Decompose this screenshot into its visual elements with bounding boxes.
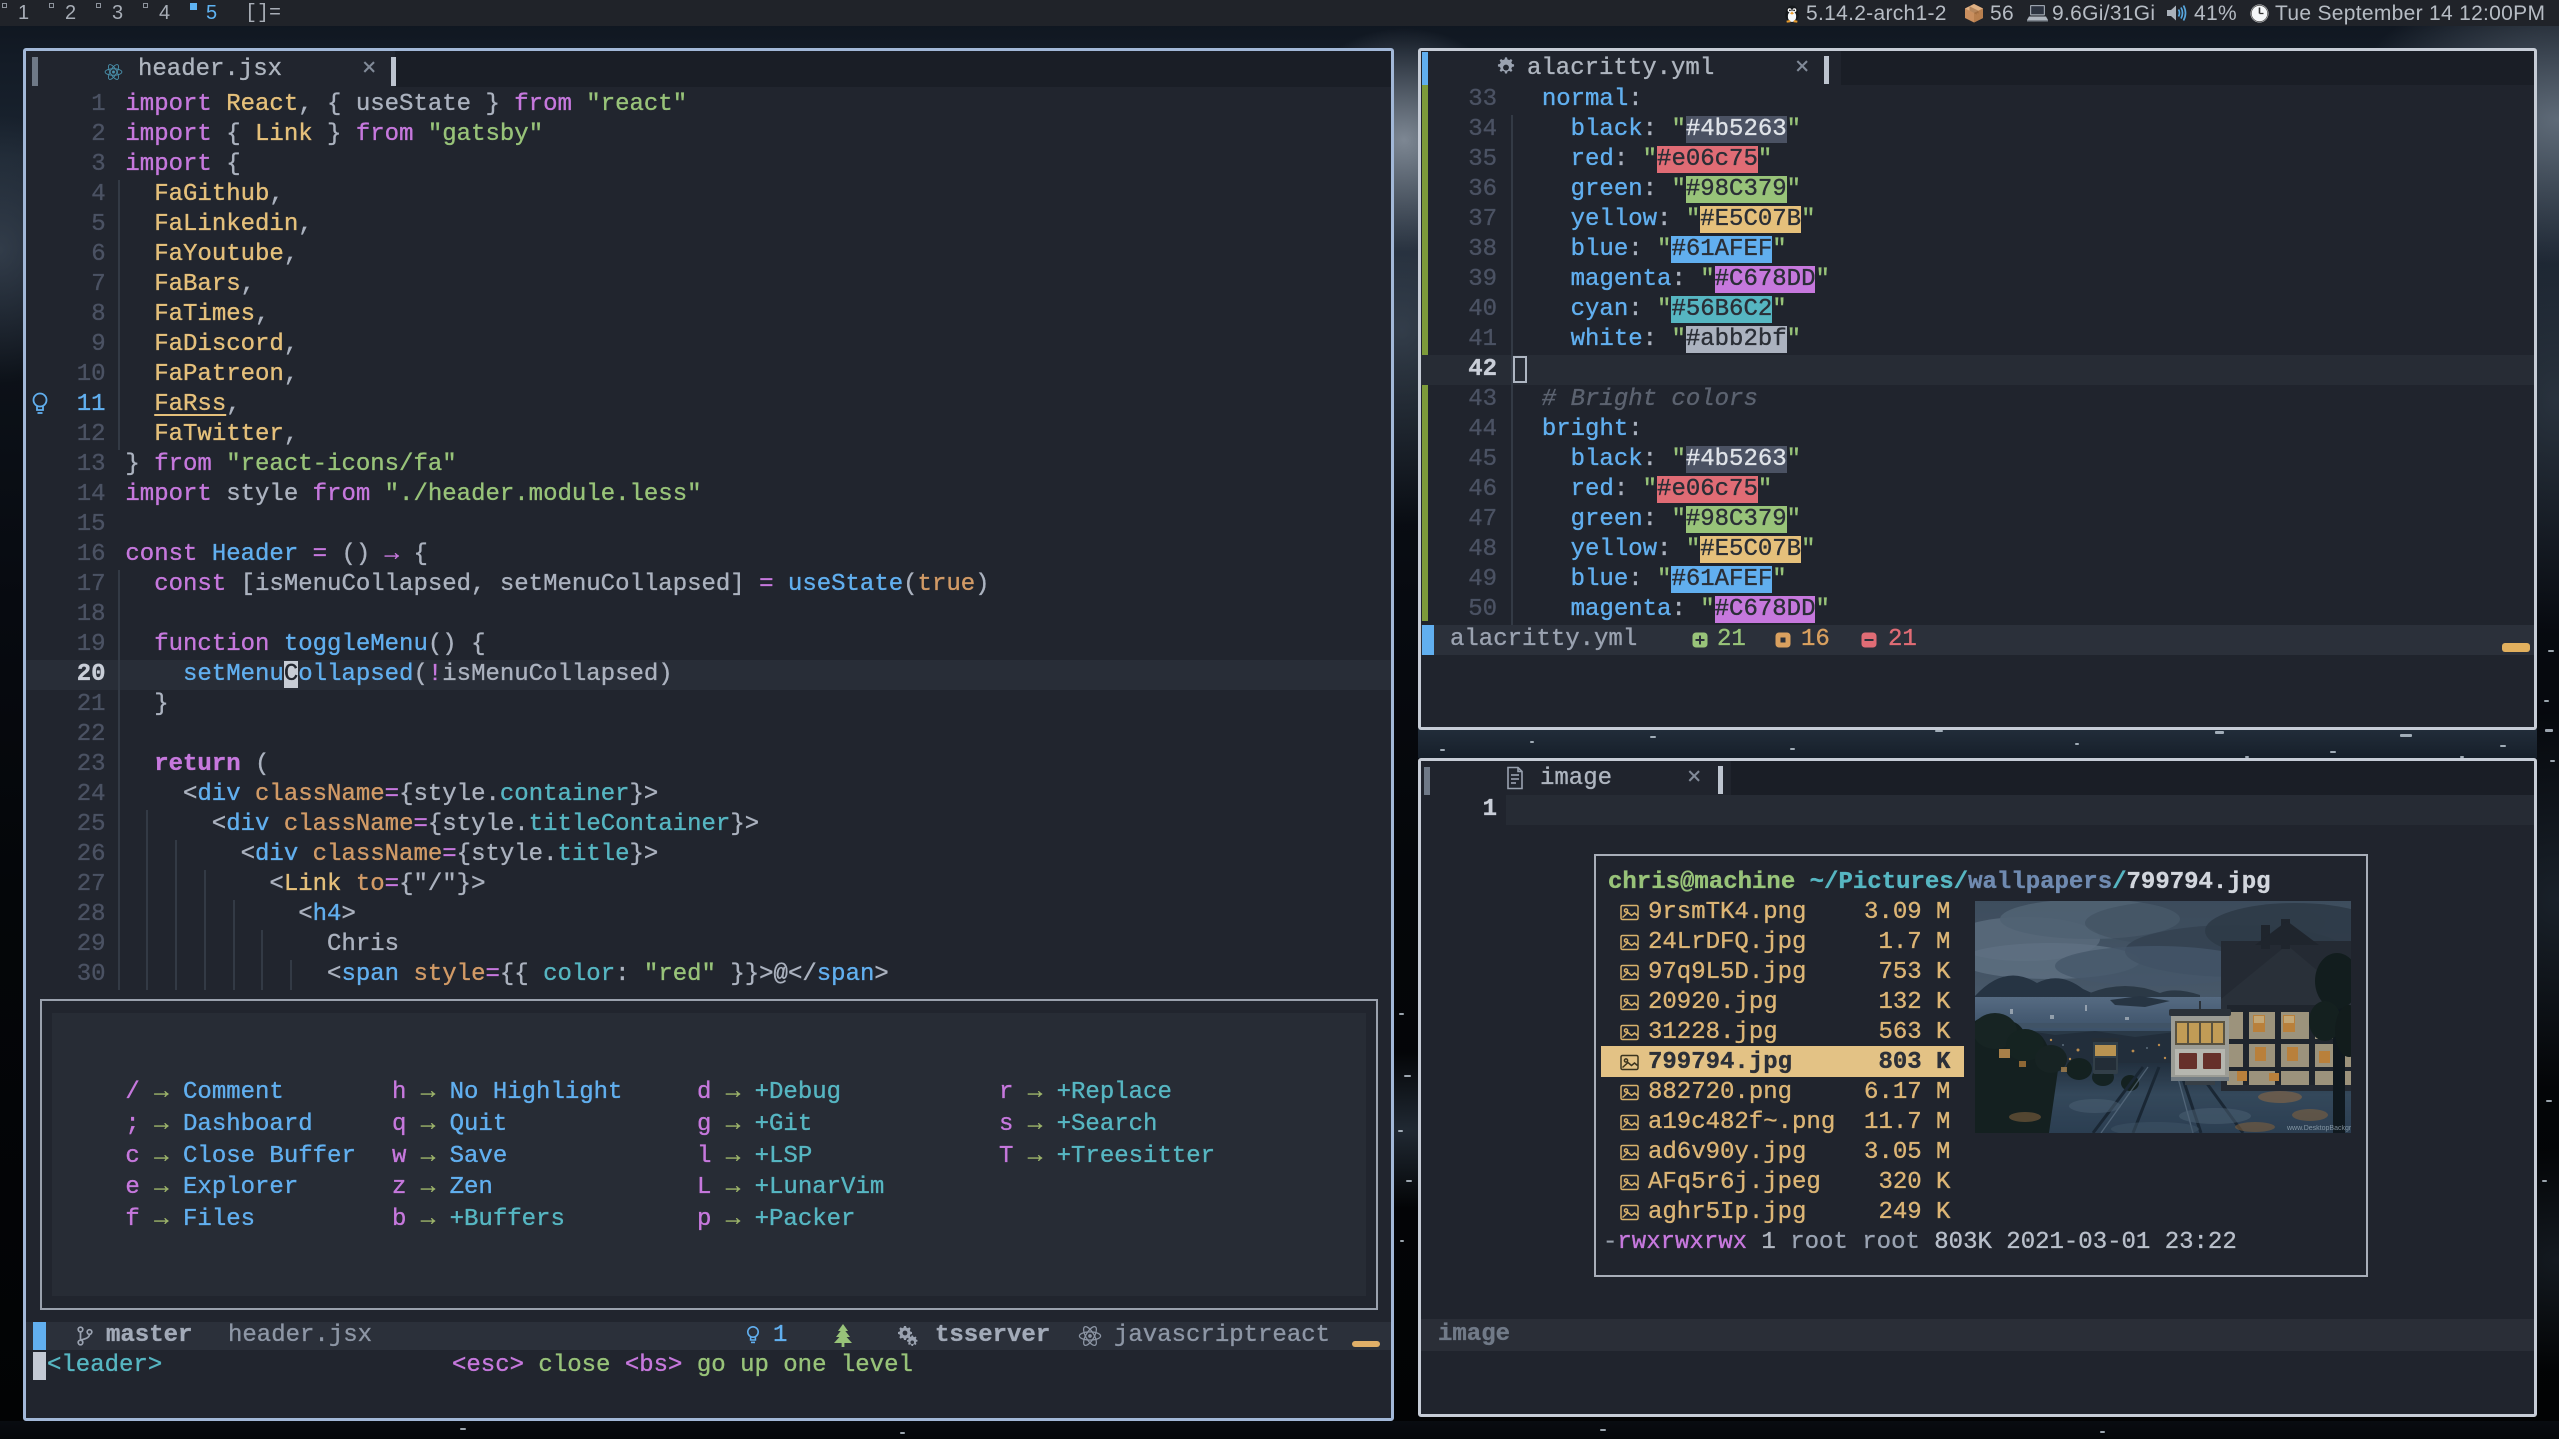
- svg-text:www.DesktopBackground.org: www.DesktopBackground.org: [2286, 1125, 2351, 1132]
